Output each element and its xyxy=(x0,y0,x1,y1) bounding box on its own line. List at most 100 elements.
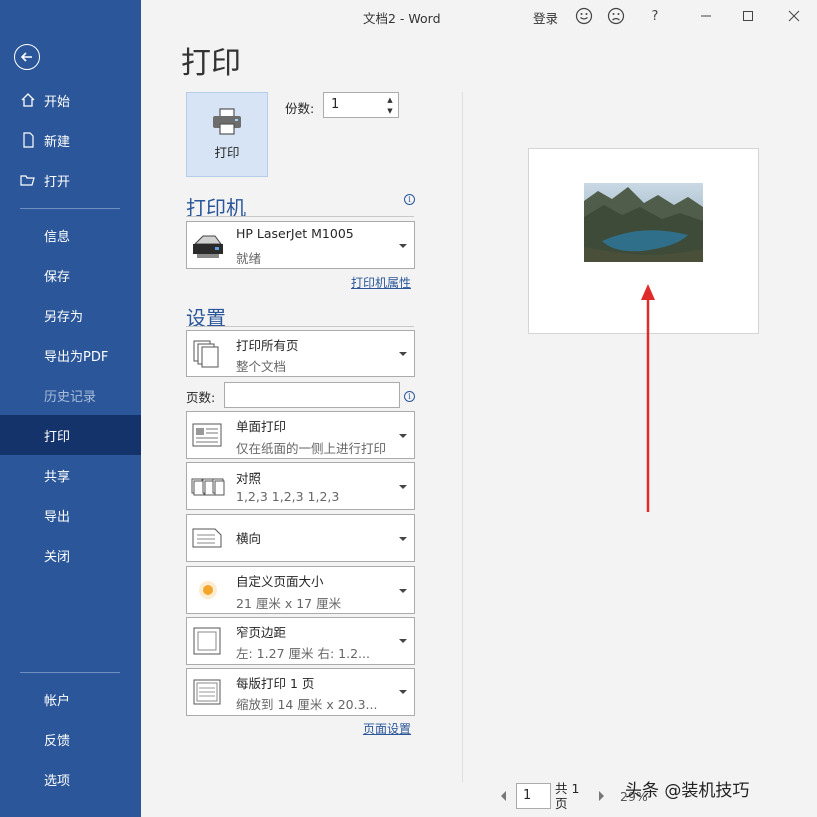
chevron-down-icon xyxy=(399,352,407,356)
sidebar-item-export[interactable]: 导出 xyxy=(0,495,141,535)
sidebar-item-label: 打印 xyxy=(44,429,71,445)
minimize-button[interactable] xyxy=(696,6,716,26)
print-button[interactable]: 打印 xyxy=(186,92,268,177)
back-button[interactable] xyxy=(14,44,40,70)
prev-page-icon[interactable] xyxy=(501,791,506,801)
sidebar-item-print[interactable]: 打印 xyxy=(0,415,141,455)
printer-device-icon xyxy=(193,235,223,258)
margins-subtitle: 左: 1.27 厘米 右: 1.2... xyxy=(236,646,370,661)
chevron-down-icon xyxy=(399,690,407,694)
frown-icon[interactable] xyxy=(607,7,625,25)
panel-separator xyxy=(462,92,463,782)
home-icon xyxy=(21,93,35,107)
print-button-label: 打印 xyxy=(214,145,240,160)
sidebar-item-save[interactable]: 保存 xyxy=(0,255,141,295)
chevron-down-icon xyxy=(399,485,407,489)
help-button[interactable]: ? xyxy=(645,6,665,26)
page-title: 打印 xyxy=(181,46,241,81)
printer-properties-link[interactable]: 打印机属性 xyxy=(351,274,411,291)
spin-down-icon[interactable]: ▼ xyxy=(385,106,395,116)
copies-input[interactable]: 1 ▲ ▼ xyxy=(323,92,399,118)
chevron-down-icon xyxy=(399,589,407,593)
margins-title: 窄页边距 xyxy=(236,625,287,640)
sidebar-item-share[interactable]: 共享 xyxy=(0,455,141,495)
chevron-down-icon xyxy=(399,434,407,438)
info-icon[interactable]: i xyxy=(404,194,415,205)
back-arrow-icon xyxy=(20,52,32,62)
spin-up-icon[interactable]: ▲ xyxy=(385,95,395,105)
open-folder-icon xyxy=(20,175,35,186)
sidebar-item-label: 开始 xyxy=(44,94,71,110)
collate-icon xyxy=(191,478,225,496)
collate-subtitle: 1,2,3 1,2,3 1,2,3 xyxy=(236,489,340,504)
sidebar-divider xyxy=(20,208,120,209)
sidebar-item-label: 保存 xyxy=(44,269,71,285)
sidebar-item-label: 信息 xyxy=(44,229,71,245)
sidebar-item-label: 共享 xyxy=(44,469,71,485)
chevron-down-icon xyxy=(399,244,407,248)
printer-name: HP LaserJet M1005 xyxy=(236,226,354,241)
sidebar-item-label: 另存为 xyxy=(44,309,84,325)
sidebar-item-account[interactable]: 帐户 xyxy=(0,679,141,719)
printer-dropdown[interactable]: HP LaserJet M1005 就绪 xyxy=(186,221,415,269)
title-bar: 文档2 - Word 登录 ? xyxy=(141,0,817,32)
sidebar-item-label: 历史记录 xyxy=(44,389,97,405)
print-range-title: 打印所有页 xyxy=(236,338,299,353)
sidebar-item-label: 打开 xyxy=(44,174,71,190)
sidebar-item-label: 帐户 xyxy=(44,693,71,709)
printer-icon xyxy=(213,108,241,135)
sidebar-item-save-as[interactable]: 另存为 xyxy=(0,295,141,335)
maximize-icon xyxy=(743,11,753,21)
next-page-icon[interactable] xyxy=(599,791,604,801)
sidebar-item-history[interactable]: 历史记录 xyxy=(0,375,141,415)
print-range-dropdown[interactable]: 打印所有页 整个文档 xyxy=(186,330,415,377)
sides-title: 单面打印 xyxy=(236,419,287,434)
pages-input[interactable] xyxy=(224,382,400,408)
close-icon xyxy=(788,10,800,22)
watermark-text: 头条 @装机技巧 xyxy=(625,781,750,801)
sidebar-item-export-pdf[interactable]: 导出为PDF xyxy=(0,335,141,375)
info-icon[interactable]: i xyxy=(404,391,415,402)
paper-size-subtitle: 21 厘米 x 17 厘米 xyxy=(236,596,342,611)
paper-size-dropdown[interactable]: 自定义页面大小 21 厘米 x 17 厘米 xyxy=(186,566,415,614)
smile-icon[interactable] xyxy=(575,7,593,25)
backstage-sidebar: 开始 新建 打开 信息 保存 另存为 导出为PDF 历史记录 打印 共享 导出 … xyxy=(0,0,141,817)
sidebar-item-new[interactable]: 新建 xyxy=(0,120,141,160)
sidebar-item-label: 反馈 xyxy=(44,733,71,749)
sidebar-item-close[interactable]: 关闭 xyxy=(0,535,141,575)
red-arrow-annotation xyxy=(641,284,655,512)
window-title: 文档2 - Word xyxy=(363,11,441,26)
printer-status: 就绪 xyxy=(236,251,262,266)
copies-label: 份数: xyxy=(285,101,315,116)
collate-dropdown[interactable]: 对照 1,2,3 1,2,3 1,2,3 xyxy=(186,462,415,510)
sidebar-item-label: 导出 xyxy=(44,509,71,525)
sidebar-item-info[interactable]: 信息 xyxy=(0,215,141,255)
section-divider xyxy=(186,326,414,327)
close-button[interactable] xyxy=(784,6,804,26)
sign-in-link[interactable]: 登录 xyxy=(533,8,558,27)
current-page-value: 1 xyxy=(523,788,532,803)
maximize-button[interactable] xyxy=(738,6,758,26)
one-sided-icon xyxy=(192,423,222,447)
margins-icon xyxy=(193,627,221,655)
sides-subtitle: 仅在纸面的一侧上进行打印 xyxy=(236,441,387,456)
current-page-input[interactable]: 1 xyxy=(516,783,551,809)
print-range-subtitle: 整个文档 xyxy=(236,359,287,374)
pages-per-sheet-icon xyxy=(193,679,221,705)
custom-page-size-icon xyxy=(199,581,217,599)
pages-stack-icon xyxy=(193,340,219,368)
pages-per-sheet-dropdown[interactable]: 每版打印 1 页 缩放到 14 厘米 x 20.3... xyxy=(186,668,415,716)
sidebar-item-feedback[interactable]: 反馈 xyxy=(0,719,141,759)
new-document-icon xyxy=(23,132,34,148)
margins-dropdown[interactable]: 窄页边距 左: 1.27 厘米 右: 1.2... xyxy=(186,617,415,665)
page-setup-link[interactable]: 页面设置 xyxy=(363,720,411,737)
sidebar-item-options[interactable]: 选项 xyxy=(0,759,141,799)
sidebar-divider xyxy=(20,672,120,673)
sidebar-item-label: 选项 xyxy=(44,773,71,789)
sidebar-item-label: 关闭 xyxy=(44,549,71,565)
sides-dropdown[interactable]: 单面打印 仅在纸面的一侧上进行打印 xyxy=(186,411,415,459)
orientation-dropdown[interactable]: 横向 xyxy=(186,514,415,562)
sidebar-item-open[interactable]: 打开 xyxy=(0,160,141,200)
paper-size-title: 自定义页面大小 xyxy=(236,574,324,589)
sidebar-item-home[interactable]: 开始 xyxy=(0,80,141,120)
